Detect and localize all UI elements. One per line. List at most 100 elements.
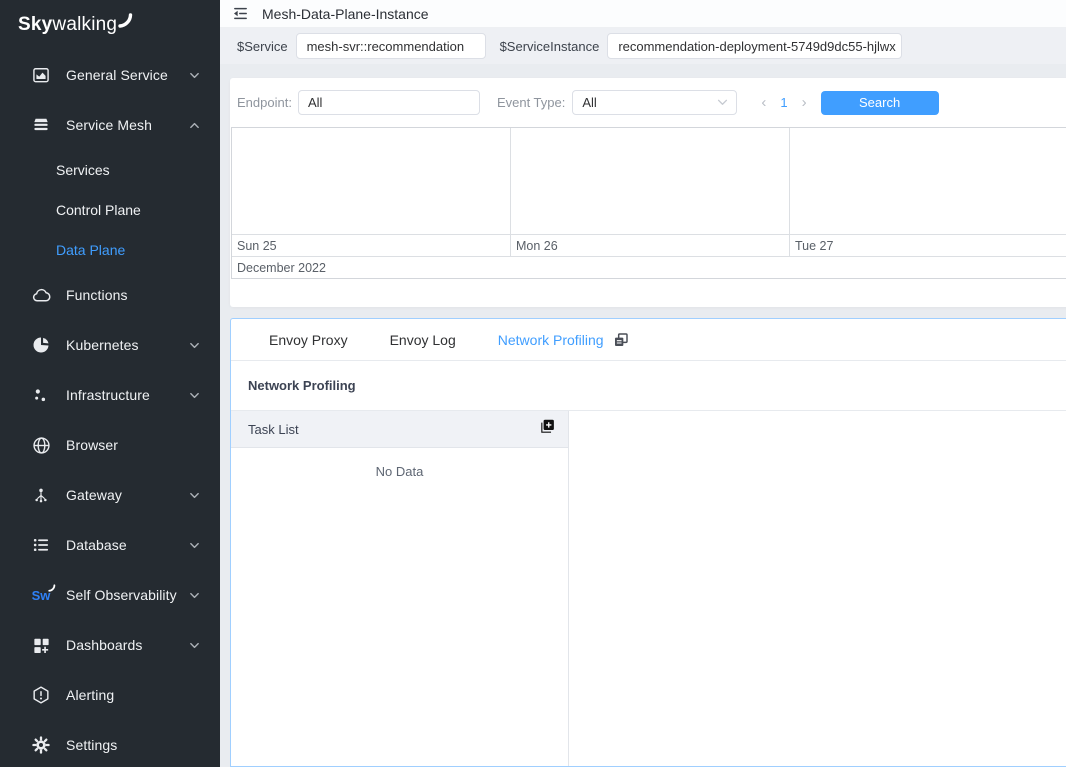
task-list-column: Task List No Data bbox=[231, 411, 569, 766]
skywalking-logo[interactable]: Skywalking bbox=[0, 0, 220, 50]
variables-filter-bar: $Service mesh-svr::recommendation $Servi… bbox=[220, 28, 1066, 64]
endpoint-input[interactable] bbox=[298, 90, 480, 115]
dashboard-body: Endpoint: Event Type: All ‹ 1 › Search bbox=[220, 64, 1066, 767]
chevron-down-icon bbox=[189, 390, 200, 401]
sidebar-item-self-observability[interactable]: Sw Self Observability bbox=[0, 570, 220, 620]
copy-icon[interactable] bbox=[613, 332, 629, 348]
sidebar-item-label: Kubernetes bbox=[66, 337, 189, 353]
chevron-down-icon bbox=[189, 640, 200, 651]
sidebar-item-label: Services bbox=[56, 162, 110, 178]
network-profiling-widget: Task List No Data bbox=[231, 411, 1066, 766]
sidebar-item-label: Dashboards bbox=[66, 637, 189, 653]
tab-envoy-log[interactable]: Envoy Log bbox=[369, 332, 477, 348]
task-list-header: Task List bbox=[231, 411, 568, 448]
layers-icon bbox=[30, 114, 52, 136]
event-type-select[interactable]: All bbox=[572, 90, 737, 115]
instance-tabs-panel: Envoy Proxy Envoy Log Network Profiling … bbox=[230, 318, 1066, 767]
endpoint-label: Endpoint: bbox=[237, 95, 292, 110]
sidebar-item-label: Browser bbox=[66, 437, 200, 453]
sidebar-item-settings[interactable]: Settings bbox=[0, 720, 220, 767]
logo-text-bold: Sky bbox=[18, 14, 52, 36]
widget-title: Network Profiling bbox=[248, 378, 356, 393]
chevron-down-icon bbox=[189, 340, 200, 351]
service-select-value: mesh-svr::recommendation bbox=[307, 39, 465, 54]
sidebar-item-label: Settings bbox=[66, 737, 200, 753]
tab-envoy-proxy[interactable]: Envoy Proxy bbox=[248, 332, 369, 348]
dots-icon bbox=[30, 384, 52, 406]
page-header: Mesh-Data-Plane-Instance bbox=[220, 0, 1066, 28]
search-button[interactable]: Search bbox=[821, 91, 939, 115]
main-content: Mesh-Data-Plane-Instance $Service mesh-s… bbox=[220, 0, 1066, 767]
widget-title-row: Network Profiling bbox=[231, 361, 1066, 411]
sidebar-item-label: Alerting bbox=[66, 687, 200, 703]
no-data-message: No Data bbox=[231, 464, 568, 479]
sidebar-item-general-service[interactable]: General Service bbox=[0, 50, 220, 100]
sidebar-item-control-plane[interactable]: Control Plane bbox=[0, 190, 220, 230]
sidebar-item-label: Database bbox=[66, 537, 189, 553]
event-type-label: Event Type: bbox=[497, 95, 565, 110]
app-window: Skywalking General Service Service Mesh … bbox=[0, 0, 1066, 767]
timeline-cell[interactable] bbox=[511, 128, 790, 234]
new-task-icon[interactable] bbox=[539, 418, 556, 440]
chevron-down-icon bbox=[189, 70, 200, 81]
gear-icon bbox=[30, 734, 52, 756]
sidebar-item-browser[interactable]: Browser bbox=[0, 420, 220, 470]
service-instance-label: $ServiceInstance bbox=[500, 39, 600, 54]
sidebar-item-functions[interactable]: Functions bbox=[0, 270, 220, 320]
sidebar-item-infrastructure[interactable]: Infrastructure bbox=[0, 370, 220, 420]
sidebar: Skywalking General Service Service Mesh … bbox=[0, 0, 220, 767]
timeline-cells[interactable] bbox=[232, 128, 1066, 234]
chart-icon bbox=[30, 64, 52, 86]
chevron-down-icon bbox=[717, 99, 728, 106]
tab-label: Envoy Proxy bbox=[269, 332, 348, 348]
logo-swoosh-icon bbox=[118, 13, 133, 28]
sidebar-item-label: Infrastructure bbox=[66, 387, 189, 403]
cloud-icon bbox=[30, 284, 52, 306]
sidebar-item-gateway[interactable]: Gateway bbox=[0, 470, 220, 520]
sidebar-item-label: Functions bbox=[66, 287, 200, 303]
gateway-icon bbox=[30, 484, 52, 506]
sidebar-item-services[interactable]: Services bbox=[0, 150, 220, 190]
sidebar-item-label: Service Mesh bbox=[66, 117, 189, 133]
event-type-select-value: All bbox=[582, 95, 596, 110]
sidebar-item-label: General Service bbox=[66, 67, 189, 83]
sidebar-item-label: Self Observability bbox=[66, 587, 189, 603]
profiling-graph-area bbox=[569, 411, 1066, 766]
dashboard-plus-icon bbox=[30, 634, 52, 656]
sidebar-item-service-mesh[interactable]: Service Mesh bbox=[0, 100, 220, 150]
timeline-cell[interactable] bbox=[790, 128, 1066, 234]
sidebar-item-kubernetes[interactable]: Kubernetes bbox=[0, 320, 220, 370]
current-page[interactable]: 1 bbox=[774, 95, 793, 110]
kubernetes-icon bbox=[30, 334, 52, 356]
chevron-down-icon bbox=[189, 540, 200, 551]
timeline-day-label: Sun 25 bbox=[232, 235, 511, 256]
tab-label: Envoy Log bbox=[390, 332, 456, 348]
sidebar-item-label: Data Plane bbox=[56, 242, 125, 258]
database-icon bbox=[30, 534, 52, 556]
sidebar-item-database[interactable]: Database bbox=[0, 520, 220, 570]
timeline-month-label: December 2022 bbox=[232, 256, 1066, 278]
service-instance-select[interactable]: recommendation-deployment-5749d9dc55-hjl… bbox=[607, 33, 902, 59]
sidebar-item-dashboards[interactable]: Dashboards bbox=[0, 620, 220, 670]
globe-icon bbox=[30, 434, 52, 456]
events-pagination: ‹ 1 › bbox=[753, 95, 814, 110]
chevron-down-icon bbox=[189, 590, 200, 601]
timeline-day-label: Mon 26 bbox=[511, 235, 790, 256]
sidebar-item-data-plane[interactable]: Data Plane bbox=[0, 230, 220, 270]
sidebar-item-label: Gateway bbox=[66, 487, 189, 503]
chevron-up-icon bbox=[189, 120, 200, 131]
task-list-title: Task List bbox=[248, 422, 299, 437]
events-timeline-chart[interactable]: Sun 25 Mon 26 Tue 27 December 2022 bbox=[231, 127, 1066, 279]
fold-menu-icon[interactable] bbox=[232, 5, 249, 22]
page-title: Mesh-Data-Plane-Instance bbox=[262, 6, 429, 22]
next-page-button[interactable]: › bbox=[794, 95, 815, 110]
sidebar-item-alerting[interactable]: Alerting bbox=[0, 670, 220, 720]
timeline-cell[interactable] bbox=[232, 128, 511, 234]
chevron-down-icon bbox=[189, 490, 200, 501]
service-instance-select-value: recommendation-deployment-5749d9dc55-hjl… bbox=[618, 39, 896, 54]
service-select[interactable]: mesh-svr::recommendation bbox=[296, 33, 486, 59]
tab-network-profiling[interactable]: Network Profiling bbox=[477, 332, 650, 348]
alert-hexagon-icon bbox=[30, 684, 52, 706]
prev-page-button[interactable]: ‹ bbox=[753, 95, 774, 110]
logo-text: walking bbox=[52, 14, 117, 36]
